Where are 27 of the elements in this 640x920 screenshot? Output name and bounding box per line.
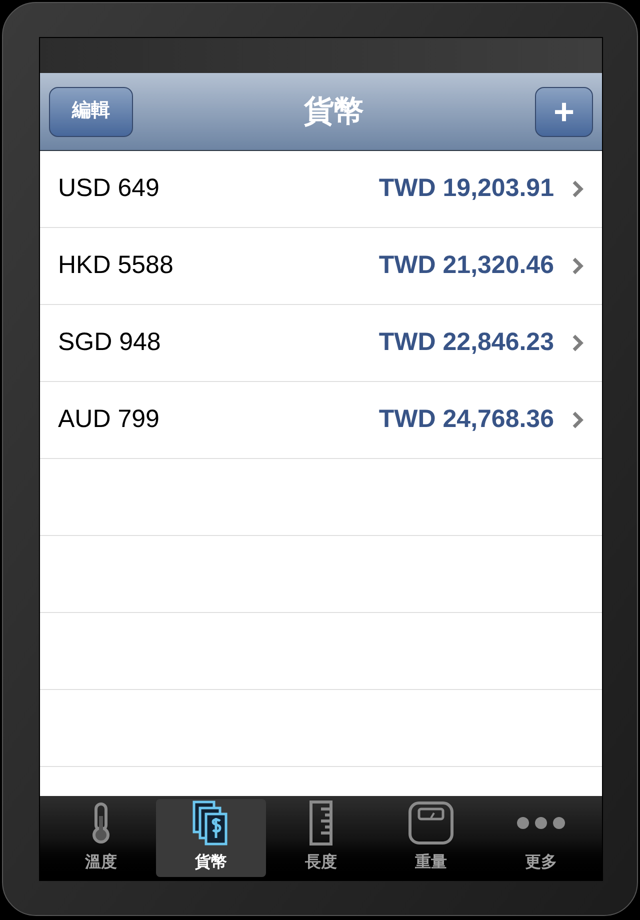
converted-amount: TWD 24,768.36 xyxy=(378,404,554,436)
source-amount: SGD 948 xyxy=(58,327,161,358)
source-amount: HKD 5588 xyxy=(58,250,174,282)
edit-button[interactable]: 編輯 xyxy=(49,86,133,136)
tab[interactable]: 重量 xyxy=(376,799,486,877)
tab[interactable]: 貨幣 xyxy=(156,799,266,877)
chevron-icon xyxy=(572,257,584,275)
converted-amount: TWD 19,203.91 xyxy=(378,173,554,204)
add-button[interactable]: + xyxy=(535,86,593,136)
chevron-icon xyxy=(572,334,584,352)
tab[interactable]: 更多 xyxy=(486,799,596,877)
converted-amount: TWD 21,320.46 xyxy=(378,250,554,282)
conversion-row[interactable]: SGD 948 TWD 22,846.23 xyxy=(40,305,602,382)
scale-icon xyxy=(407,800,455,846)
conversion-row[interactable]: HKD 5588 TWD 21,320.46 xyxy=(40,228,602,305)
source-amount: AUD 799 xyxy=(58,404,160,436)
converted-amount: TWD 22,846.23 xyxy=(378,327,554,358)
conversion-row[interactable]: AUD 799 TWD 24,768.36 xyxy=(40,382,602,459)
chevron-icon xyxy=(572,180,584,198)
more-icon xyxy=(516,815,566,831)
source-amount: USD 649 xyxy=(58,173,160,204)
conversion-row[interactable]: USD 649 TWD 19,203.91 xyxy=(40,151,602,228)
window-title: 貨幣 xyxy=(304,94,364,130)
ruler-icon xyxy=(308,800,334,846)
tab[interactable]: 長度 xyxy=(266,799,376,877)
chevron-icon xyxy=(572,411,584,429)
tab[interactable]: 溫度 xyxy=(46,799,156,877)
